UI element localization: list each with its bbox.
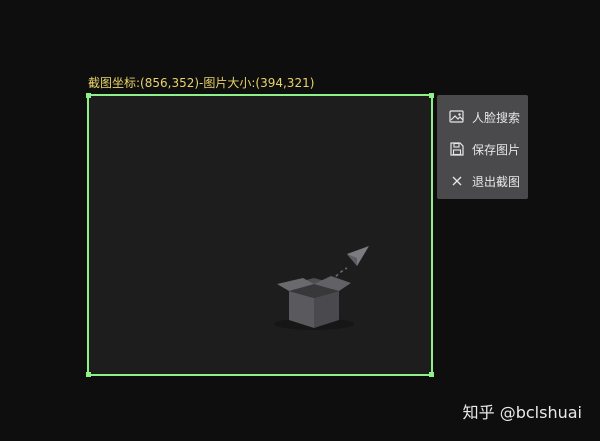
resize-handle-bottom-left[interactable] <box>86 372 91 377</box>
face-search-label: 人脸搜索 <box>472 110 521 125</box>
capture-info-label: 截图坐标:(856,352)-图片大小:(394,321) <box>88 76 315 90</box>
save-image-label: 保存图片 <box>472 142 521 157</box>
close-icon <box>449 173 465 189</box>
exit-capture-button[interactable]: 退出截图 <box>437 165 528 197</box>
resize-handle-top-right[interactable] <box>429 93 434 98</box>
save-icon <box>449 141 465 157</box>
empty-box-illustration <box>274 246 369 330</box>
resize-handle-bottom-right[interactable] <box>429 372 434 377</box>
resize-handle-top-left[interactable] <box>86 93 91 98</box>
face-search-button[interactable]: 人脸搜索 <box>437 101 528 133</box>
watermark: 知乎 @bclshuai <box>462 403 582 422</box>
exit-capture-label: 退出截图 <box>472 174 521 189</box>
capture-region[interactable] <box>86 93 434 377</box>
capture-toolbar: 人脸搜索 保存图片 退出截图 <box>437 95 528 199</box>
image-search-icon <box>449 109 465 125</box>
save-image-button[interactable]: 保存图片 <box>437 133 528 165</box>
